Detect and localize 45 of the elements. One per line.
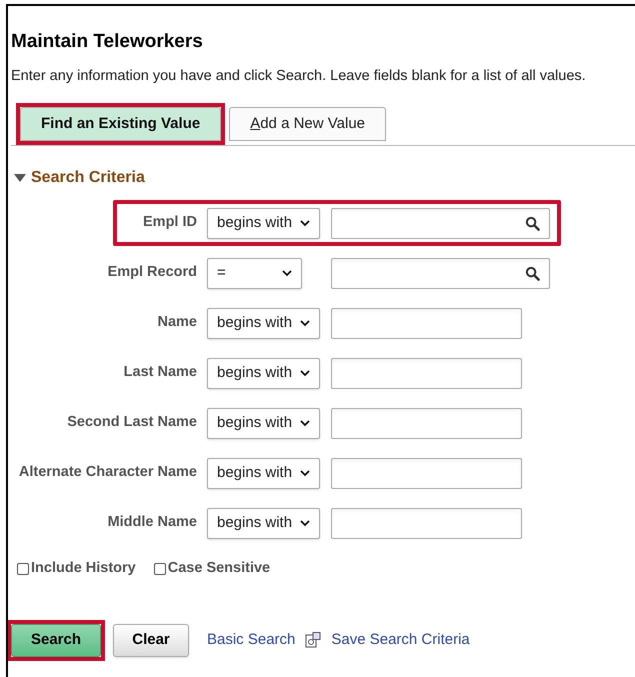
tab[interactable]: Find an Existing Value [20, 107, 222, 141]
operator-dropdown[interactable]: begins with [207, 408, 320, 438]
operator-dropdown[interactable]: begins with [207, 208, 320, 238]
field-label: Empl Record [108, 263, 197, 282]
instructions: Enter any information you have and click Search. Leave fields blank for a list of all values. [11, 67, 587, 86]
operator-dropdown[interactable]: begins with [207, 508, 320, 538]
operator-dropdown[interactable]: begins with [207, 358, 320, 388]
field-label: Middle Name [108, 513, 197, 532]
text-input[interactable] [331, 308, 522, 338]
tab[interactable]: Add a New Value [229, 107, 386, 141]
checkbox-label: Include History [31, 559, 136, 578]
checkbox[interactable] [154, 562, 166, 575]
operator-dropdown[interactable]: begins with [207, 458, 320, 488]
field-label: Name [158, 313, 197, 332]
text-input[interactable] [331, 508, 522, 538]
field-label: Last Name [124, 363, 197, 382]
clear-button[interactable]: Clear [113, 624, 189, 657]
chevron-icon [300, 470, 310, 476]
text-input[interactable] [331, 358, 522, 388]
operator-dropdown[interactable]: begins with [207, 308, 320, 338]
field-label: Alternate Character Name [18, 463, 197, 482]
triangle-icon[interactable] [14, 174, 26, 182]
chevron-icon [300, 420, 310, 426]
chevron-icon [300, 220, 310, 226]
section-title[interactable]: Search Criteria [31, 166, 145, 190]
chevron-icon [300, 320, 310, 326]
chevron-icon [282, 270, 292, 276]
field-label: Second Last Name [67, 413, 197, 432]
checkbox[interactable] [17, 562, 29, 575]
text-input[interactable] [331, 258, 550, 288]
chevron-icon [300, 370, 310, 376]
document-icon[interactable] [305, 632, 322, 648]
checkbox-label: Case Sensitive [168, 559, 270, 578]
search-button[interactable]: Search [11, 624, 101, 657]
text-input[interactable] [331, 408, 522, 438]
chevron-icon [300, 520, 310, 526]
text-input[interactable] [331, 458, 522, 488]
search-icon[interactable] [525, 266, 540, 280]
search-icon[interactable] [525, 216, 540, 230]
field-label: Empl ID [143, 213, 197, 232]
link[interactable]: Basic Search [207, 629, 296, 652]
text-input[interactable] [331, 208, 550, 238]
page-title: Maintain Teleworkers [11, 30, 204, 54]
operator-dropdown[interactable]: = [207, 258, 302, 288]
link[interactable]: Save Search Criteria [331, 629, 470, 652]
